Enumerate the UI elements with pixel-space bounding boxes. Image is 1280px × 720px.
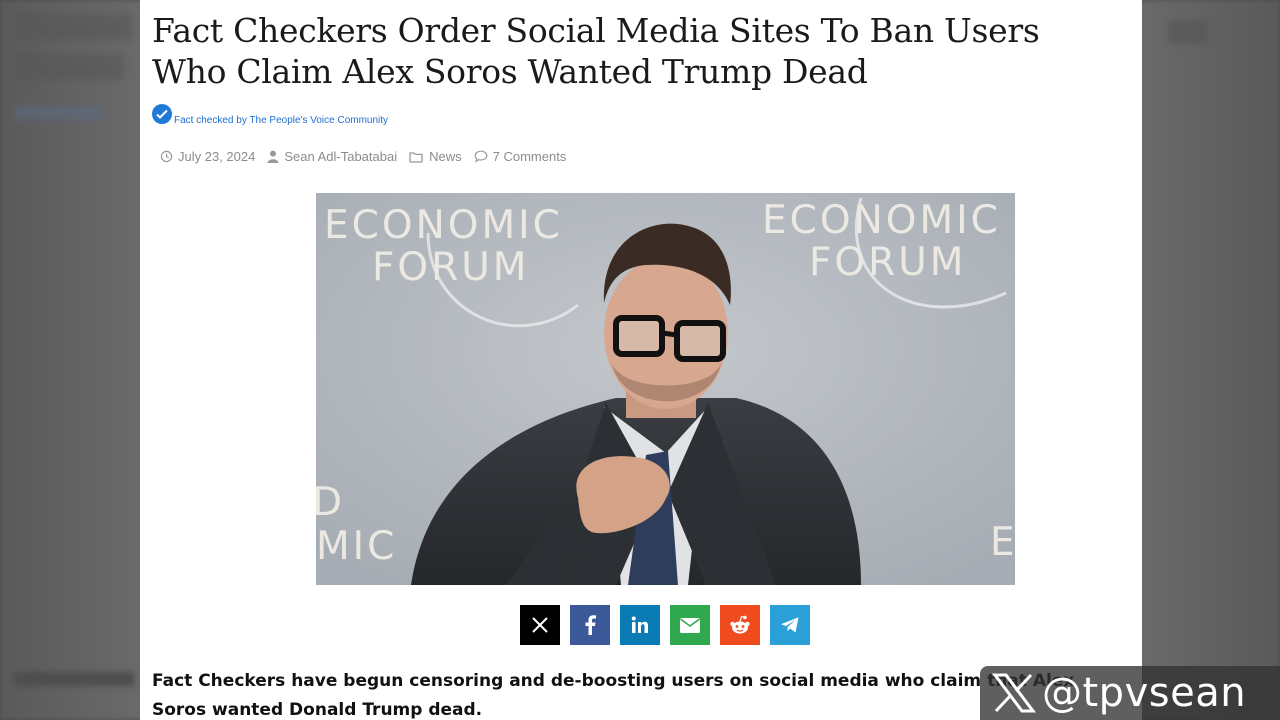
fact-check-link[interactable]: Fact checked by The People's Voice Commu… — [174, 115, 388, 126]
user-icon — [267, 150, 279, 163]
meta-date: July 23, 2024 — [160, 149, 255, 164]
backdrop-text-lower-right: E — [990, 520, 1015, 565]
meta-author[interactable]: Sean Adl-Tabatabai — [267, 149, 397, 164]
facebook-icon — [585, 615, 596, 635]
backdrop-text-right-1: ECONOMIC — [762, 198, 1001, 243]
featured-image: ECONOMIC FORUM ECONOMIC FORUM D MIC E — [316, 193, 1015, 585]
comment-icon — [474, 150, 488, 163]
telegram-icon — [781, 617, 799, 633]
x-icon — [532, 617, 548, 633]
linkedin-share-button[interactable] — [620, 605, 660, 645]
article-headline: Fact Checkers Order Social Media Sites T… — [152, 11, 1040, 91]
telegram-share-button[interactable] — [770, 605, 810, 645]
email-share-button[interactable] — [670, 605, 710, 645]
blurred-background-left-bottom — [14, 672, 134, 686]
linkedin-icon — [631, 616, 648, 633]
envelope-icon — [680, 617, 700, 633]
meta-author-link[interactable]: Sean Adl-Tabatabai — [284, 149, 397, 164]
reddit-icon — [730, 615, 750, 634]
article-meta: July 23, 2024 Sean Adl-Tabatabai News 7 … — [160, 149, 578, 164]
facebook-share-button[interactable] — [570, 605, 610, 645]
social-watermark: @tpvsean — [980, 666, 1280, 720]
backdrop-text-left-2: FORUM — [372, 245, 529, 290]
article-card: Fact Checkers Order Social Media Sites T… — [140, 0, 1142, 720]
reddit-share-button[interactable] — [720, 605, 760, 645]
share-bar — [520, 605, 820, 645]
meta-comments-link[interactable]: 7 Comments — [493, 149, 567, 164]
backdrop-text-right-2: FORUM — [809, 240, 966, 285]
backdrop-text-lower-left-1: D — [316, 480, 345, 525]
fact-check-line[interactable]: Fact checked by The People's Voice Commu… — [152, 104, 388, 126]
meta-category[interactable]: News — [409, 149, 462, 164]
blurred-background-left — [14, 14, 134, 120]
folder-icon — [409, 151, 423, 163]
x-logo-icon — [992, 673, 1036, 713]
backdrop-text-lower-left-2: MIC — [316, 524, 397, 569]
x-share-button[interactable] — [520, 605, 560, 645]
meta-date-text: July 23, 2024 — [178, 149, 256, 164]
meta-comments[interactable]: 7 Comments — [474, 149, 567, 164]
watermark-handle: @tpvsean — [1042, 670, 1247, 716]
clock-icon — [160, 150, 173, 163]
verified-check-icon — [152, 104, 172, 124]
meta-category-link[interactable]: News — [429, 149, 462, 164]
blurred-background-right — [1168, 20, 1208, 44]
backdrop-text-left-1: ECONOMIC — [324, 203, 563, 248]
